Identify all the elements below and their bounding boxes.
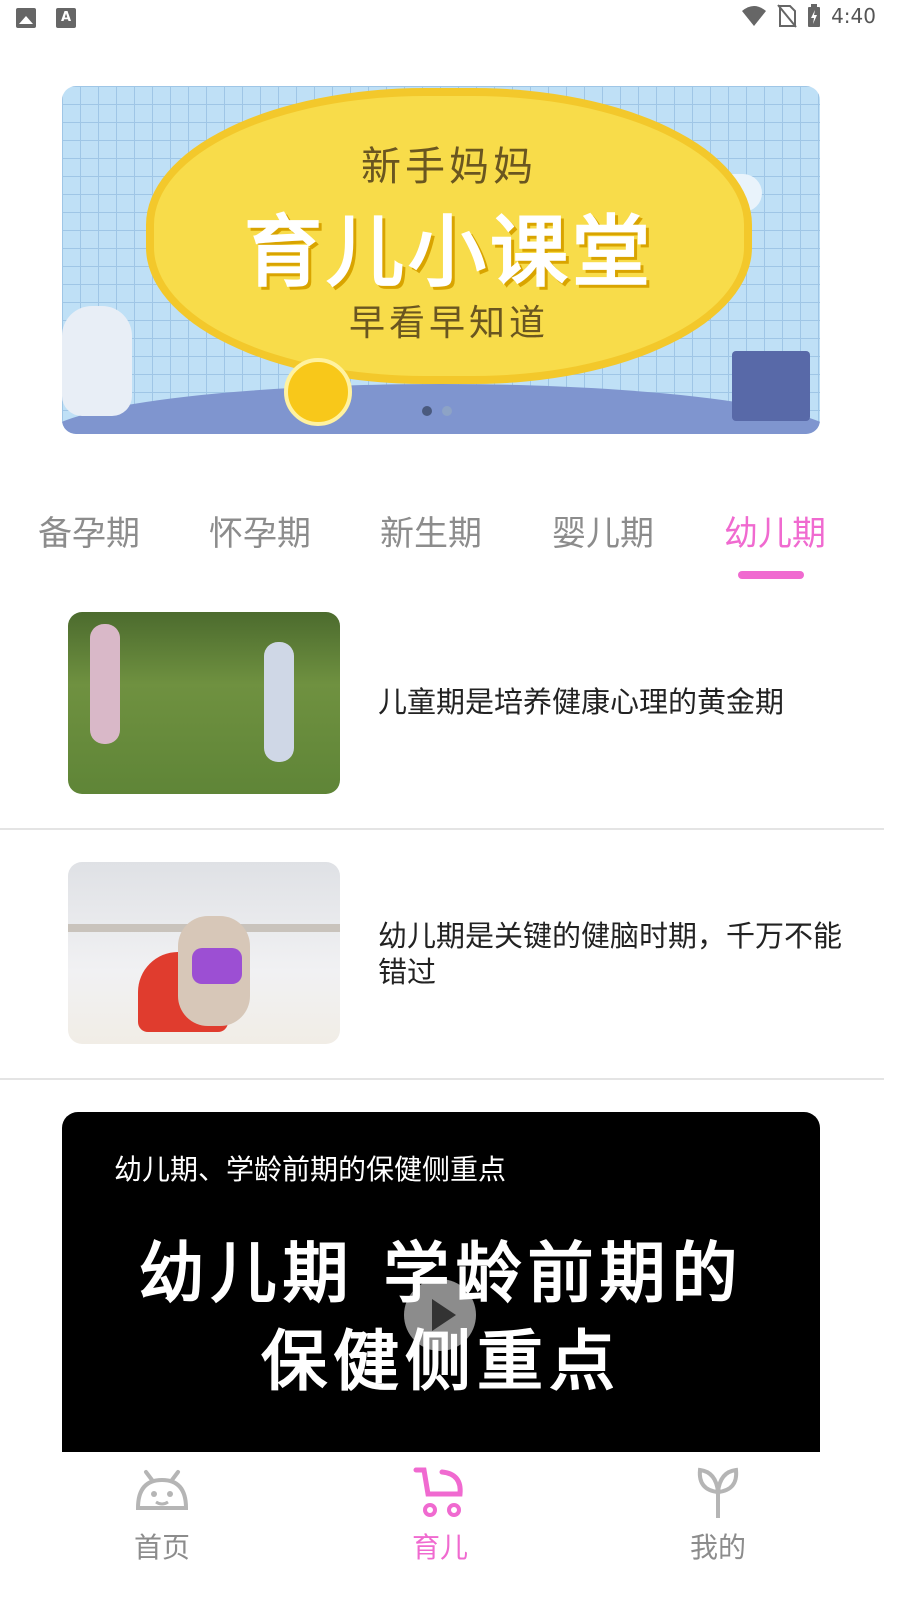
- video-player[interactable]: 幼儿期、学龄前期的保健侧重点 幼儿期 学龄前期的 保健侧重点: [62, 1112, 820, 1452]
- video-caption: 幼儿期、学龄前期的保健侧重点: [114, 1153, 507, 1186]
- article-title: 幼儿期是关键的健脑时期，千万不能错过: [378, 919, 843, 989]
- nav-home[interactable]: 首页: [102, 1462, 222, 1566]
- nav-parenting-label: 育儿: [411, 1531, 468, 1564]
- banner-title-cloud: 新手妈妈 育儿小课堂 早看早知道: [154, 96, 744, 376]
- wifi-icon: [742, 6, 767, 26]
- stage-tabs: 备孕期 怀孕期 新生期 婴儿期 幼儿期: [0, 500, 900, 590]
- nav-home-label: 首页: [133, 1531, 190, 1564]
- status-time: 4:40: [831, 4, 876, 28]
- child-figure: [264, 642, 294, 762]
- tab-infant[interactable]: 婴儿期: [552, 506, 654, 555]
- article-thumbnail: [68, 862, 340, 1044]
- carousel-indicator: [422, 406, 452, 416]
- article-item[interactable]: 儿童期是培养健康心理的黄金期: [0, 612, 884, 830]
- image-icon: [16, 8, 36, 28]
- tab-toddler[interactable]: 幼儿期: [724, 506, 826, 555]
- tab-newborn[interactable]: 新生期: [380, 506, 482, 555]
- bottom-navigation: 首页 育儿 我的: [0, 1452, 900, 1600]
- sun-decoration: [284, 358, 352, 426]
- nav-parenting[interactable]: 育儿: [380, 1462, 500, 1566]
- play-icon[interactable]: [404, 1279, 476, 1351]
- battery-charging-icon: [808, 4, 821, 27]
- tab-active-indicator: [738, 571, 804, 579]
- nav-mine-label: 我的: [689, 1531, 746, 1564]
- article-thumbnail: [68, 612, 340, 794]
- article-item[interactable]: 幼儿期是关键的健脑时期，千万不能错过: [0, 862, 884, 1080]
- cartoon-face-icon: [135, 1470, 189, 1510]
- banner-title: 育儿小课堂: [243, 208, 654, 298]
- toy-camera: [192, 948, 242, 984]
- status-left-icons: A: [16, 8, 76, 28]
- status-bar: A 4:40: [0, 0, 900, 36]
- font-icon: A: [56, 8, 76, 28]
- carousel-dot-2[interactable]: [442, 406, 452, 416]
- stroller-icon: [413, 1467, 463, 1517]
- no-sim-icon: [777, 4, 797, 28]
- tab-pre-pregnancy[interactable]: 备孕期: [38, 506, 140, 555]
- child-figure: [90, 624, 120, 744]
- status-right-icons: 4:40: [741, 4, 876, 28]
- carousel-dot-1[interactable]: [422, 406, 432, 416]
- house-decoration: [732, 351, 810, 421]
- teddy-bear-decoration: [62, 306, 132, 416]
- banner-carousel[interactable]: 新手妈妈 育儿小课堂 早看早知道: [62, 86, 820, 434]
- banner-subtitle-top: 新手妈妈: [361, 144, 537, 190]
- sprout-icon: [697, 1467, 739, 1518]
- nav-mine[interactable]: 我的: [658, 1462, 778, 1566]
- tab-pregnancy[interactable]: 怀孕期: [209, 506, 311, 555]
- banner-subtitle-bottom: 早看早知道: [348, 303, 549, 344]
- article-title: 儿童期是培养健康心理的黄金期: [378, 685, 785, 719]
